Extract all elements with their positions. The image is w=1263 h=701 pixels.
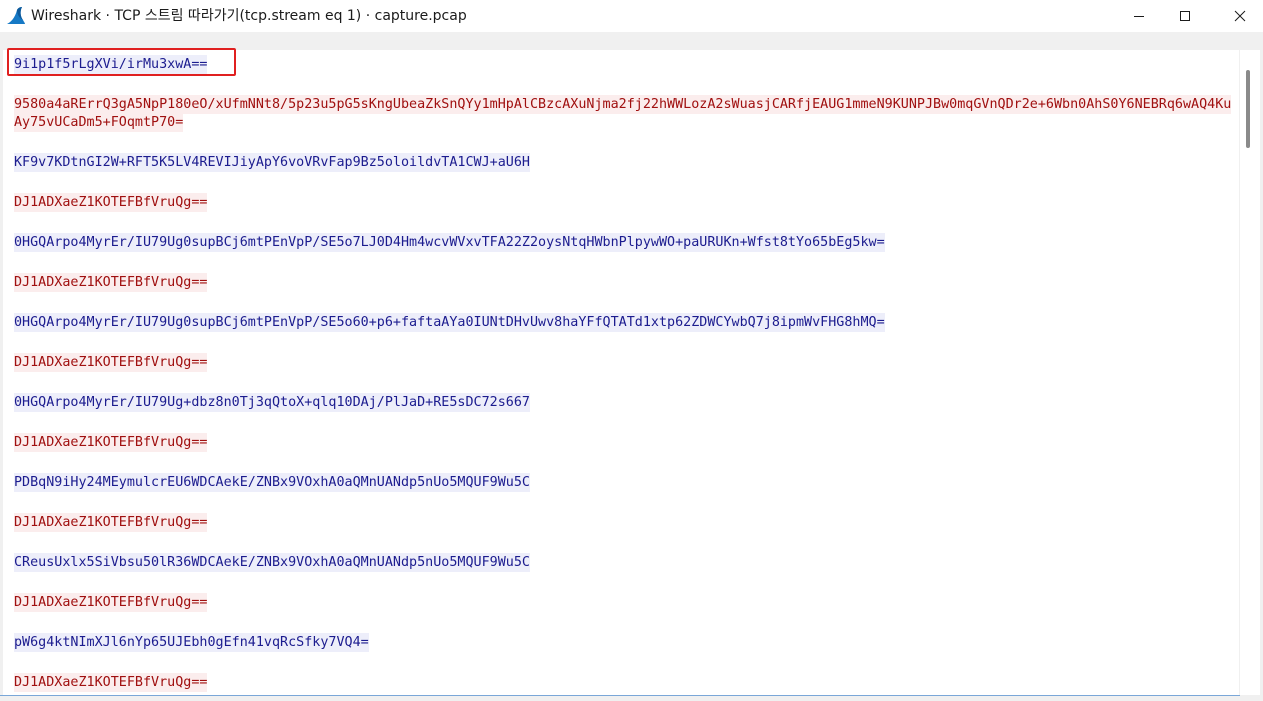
payload-text: DJ1ADXaeZ1KOTEFBfVruQg== xyxy=(14,513,208,532)
payload-text: PDBqN9iHy24MEymulcrEU6WDCAekE/ZNBx9VOxhA… xyxy=(14,473,530,492)
window-title: Wireshark · TCP 스트림 따라가기(tcp.stream eq 1… xyxy=(31,8,467,24)
server-payload-line: DJ1ADXaeZ1KOTEFBfVruQg== xyxy=(14,593,1234,612)
vertical-scrollbar[interactable] xyxy=(1240,50,1260,695)
client-payload-line: KF9v7KDtnGI2W+RFT5K5LV4REVIJiyApY6voVRvF… xyxy=(14,153,1234,172)
payload-text: 9580a4aRErrQ3gA5NpP180eO/xUfmNNt8/5p23u5… xyxy=(14,95,1232,132)
stream-text: 9i1p1f5rLgXVi/irMu3xwA== 9580a4aRErrQ3gA5… xyxy=(14,55,1234,695)
client-payload-line: CReusUxlx5SiVbsu50lR36WDCAekE/ZNBx9VOxhA… xyxy=(14,553,1234,572)
server-payload-line: DJ1ADXaeZ1KOTEFBfVruQg== xyxy=(14,273,1234,292)
payload-text: DJ1ADXaeZ1KOTEFBfVruQg== xyxy=(14,673,208,692)
close-icon xyxy=(1234,10,1246,22)
minimize-button[interactable] xyxy=(1116,0,1162,32)
client-payload-line: pW6g4ktNImXJl6nYp65UJEbh0gEfn41vqRcSfky7… xyxy=(14,633,1234,652)
client-payload-line: 0HGQArpo4MyrEr/IU79Ug0supBCj6mtPEnVpP/SE… xyxy=(14,313,1234,332)
server-payload-line: DJ1ADXaeZ1KOTEFBfVruQg== xyxy=(14,193,1234,212)
server-payload-line: DJ1ADXaeZ1KOTEFBfVruQg== xyxy=(14,433,1234,452)
stream-content-pane[interactable]: 9i1p1f5rLgXVi/irMu3xwA== 9580a4aRErrQ3gA5… xyxy=(3,50,1239,695)
wireshark-fin-icon xyxy=(6,6,26,26)
pane-border xyxy=(0,695,1240,696)
payload-text: DJ1ADXaeZ1KOTEFBfVruQg== xyxy=(14,353,208,372)
payload-text: DJ1ADXaeZ1KOTEFBfVruQg== xyxy=(14,593,208,612)
client-payload-line: PDBqN9iHy24MEymulcrEU6WDCAekE/ZNBx9VOxhA… xyxy=(14,473,1234,492)
server-payload-line: DJ1ADXaeZ1KOTEFBfVruQg== xyxy=(14,513,1234,532)
client-payload-line: 0HGQArpo4MyrEr/IU79Ug+dbz8n0Tj3qQtoX+qlq… xyxy=(14,393,1234,412)
payload-text: DJ1ADXaeZ1KOTEFBfVruQg== xyxy=(14,433,208,452)
payload-text: 0HGQArpo4MyrEr/IU79Ug0supBCj6mtPEnVpP/SE… xyxy=(14,233,885,252)
close-button[interactable] xyxy=(1217,0,1263,32)
maximize-icon xyxy=(1180,11,1190,21)
title-bar: Wireshark · TCP 스트림 따라가기(tcp.stream eq 1… xyxy=(0,0,1263,32)
server-payload-line: 9580a4aRErrQ3gA5NpP180eO/xUfmNNt8/5p23u5… xyxy=(14,95,1234,132)
server-payload-line: DJ1ADXaeZ1KOTEFBfVruQg== xyxy=(14,353,1234,372)
payload-text: DJ1ADXaeZ1KOTEFBfVruQg== xyxy=(14,273,208,292)
payload-text: DJ1ADXaeZ1KOTEFBfVruQg== xyxy=(14,193,208,212)
highlight-annotation xyxy=(7,48,236,76)
payload-text: pW6g4ktNImXJl6nYp65UJEbh0gEfn41vqRcSfky7… xyxy=(14,633,369,652)
scrollbar-thumb[interactable] xyxy=(1246,70,1250,148)
server-payload-line: DJ1ADXaeZ1KOTEFBfVruQg== xyxy=(14,673,1234,692)
payload-text: CReusUxlx5SiVbsu50lR36WDCAekE/ZNBx9VOxhA… xyxy=(14,553,530,572)
payload-text: KF9v7KDtnGI2W+RFT5K5LV4REVIJiyApY6voVRvF… xyxy=(14,153,530,172)
payload-text: 0HGQArpo4MyrEr/IU79Ug+dbz8n0Tj3qQtoX+qlq… xyxy=(14,393,530,412)
minimize-icon xyxy=(1134,16,1144,17)
payload-text: 0HGQArpo4MyrEr/IU79Ug0supBCj6mtPEnVpP/SE… xyxy=(14,313,885,332)
maximize-button[interactable] xyxy=(1162,0,1208,32)
client-payload-line: 0HGQArpo4MyrEr/IU79Ug0supBCj6mtPEnVpP/SE… xyxy=(14,233,1234,252)
